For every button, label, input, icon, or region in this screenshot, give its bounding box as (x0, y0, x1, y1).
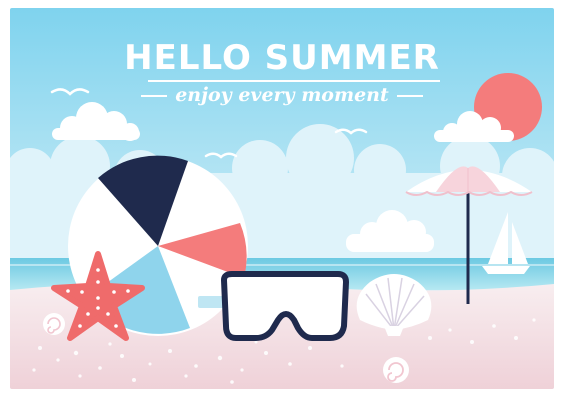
summer-poster: HELLO SUMMER enjoy every moment (10, 8, 554, 389)
poster-title: HELLO SUMMER (124, 38, 440, 78)
poster-subtitle: enjoy every moment (175, 84, 389, 106)
snail-shell-icon (43, 313, 65, 335)
poster-subtitle-row: enjoy every moment (10, 84, 554, 106)
left-dash (141, 95, 168, 97)
title-underline (148, 80, 440, 82)
snail-shell-icon (383, 357, 409, 383)
right-dash (396, 95, 423, 97)
